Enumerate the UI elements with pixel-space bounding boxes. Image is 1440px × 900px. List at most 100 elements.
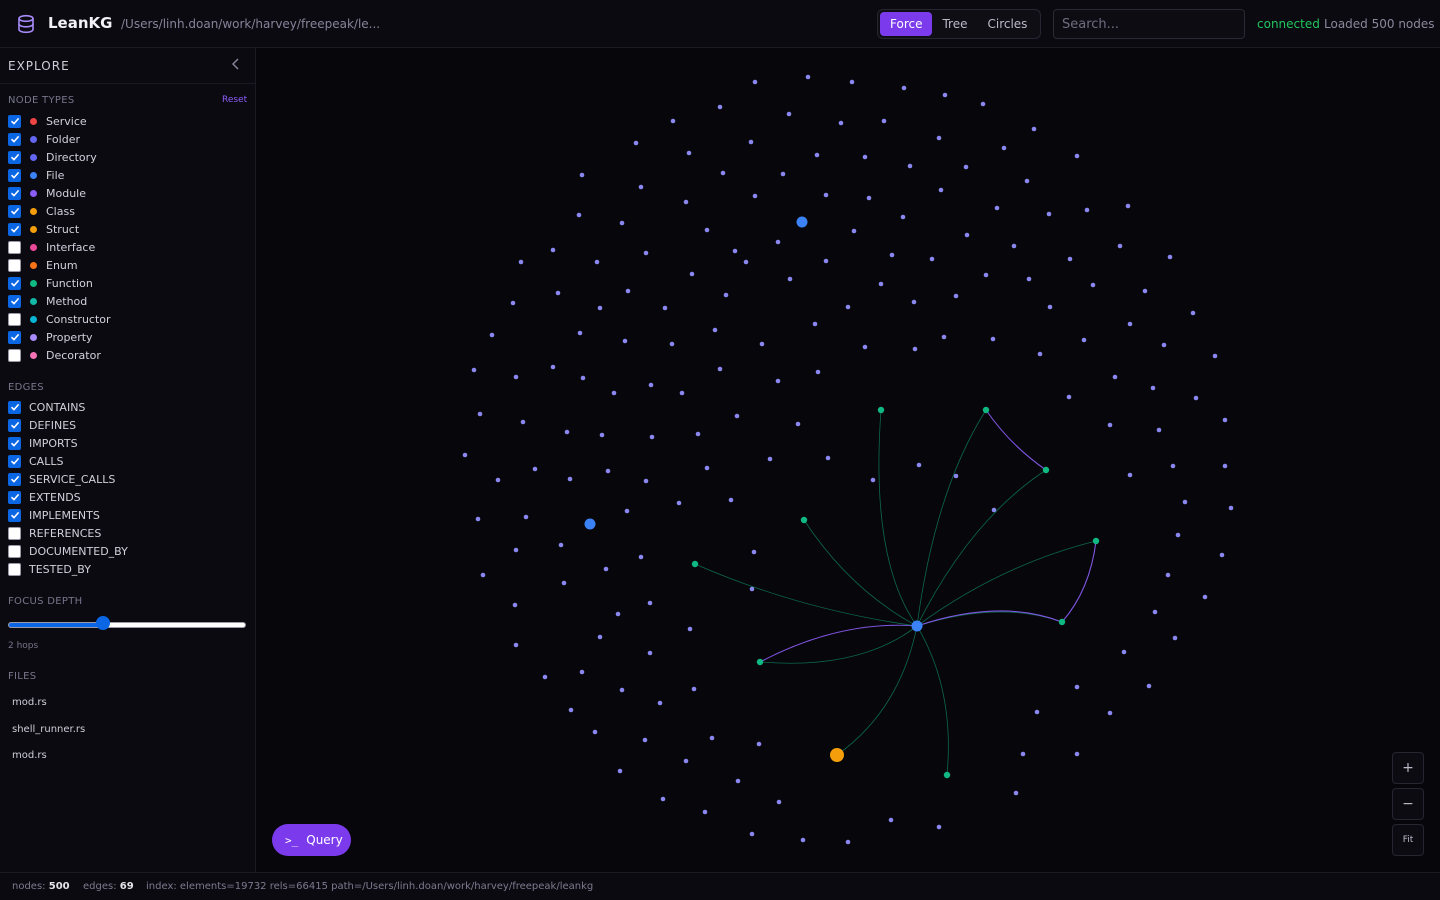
node-type-function[interactable]: Function — [8, 275, 93, 291]
graph-node[interactable] — [1037, 351, 1043, 357]
graph-node[interactable] — [657, 700, 663, 706]
graph-node[interactable] — [748, 139, 754, 145]
graph-node[interactable] — [1212, 353, 1218, 359]
reset-button[interactable]: Reset — [222, 95, 247, 105]
graph-node[interactable] — [759, 341, 765, 347]
graph-node[interactable] — [994, 205, 1000, 211]
graph-node[interactable] — [1156, 427, 1162, 433]
graph-node[interactable] — [743, 259, 749, 265]
graph-node[interactable] — [776, 799, 782, 805]
graph-node[interactable] — [823, 258, 829, 264]
zoom-out-button[interactable]: − — [1392, 788, 1424, 820]
graph-node[interactable] — [936, 824, 942, 830]
graph-node[interactable] — [550, 364, 556, 370]
node-type-directory[interactable]: Directory — [8, 149, 97, 165]
graph-node[interactable] — [1170, 463, 1176, 469]
graph-node[interactable] — [683, 199, 689, 205]
graph-node[interactable] — [704, 465, 710, 471]
checkbox[interactable] — [8, 114, 21, 128]
graph-node[interactable] — [683, 758, 689, 764]
graph-node[interactable] — [717, 104, 723, 110]
node-type-struct[interactable]: Struct — [8, 221, 79, 237]
graph-node[interactable] — [1146, 683, 1152, 689]
graph-node[interactable] — [577, 330, 583, 336]
graph-node[interactable] — [643, 250, 649, 256]
node-type-folder[interactable]: Folder — [8, 131, 80, 147]
graph-node[interactable] — [780, 171, 786, 177]
graph-node[interactable] — [679, 390, 685, 396]
file-item[interactable]: shell_runner.rs — [12, 724, 85, 735]
graph-node[interactable] — [638, 554, 644, 560]
graph-node[interactable] — [523, 514, 529, 520]
graph-node[interactable] — [642, 737, 648, 743]
checkbox[interactable] — [8, 562, 21, 576]
graph-node[interactable] — [1046, 211, 1052, 217]
graph-node[interactable] — [603, 566, 609, 572]
graph-node[interactable] — [633, 140, 639, 146]
graph-node[interactable] — [815, 369, 821, 375]
graph-node[interactable] — [1084, 207, 1090, 213]
checkbox[interactable] — [8, 204, 21, 218]
graph-node[interactable] — [480, 572, 486, 578]
checkbox[interactable] — [8, 330, 21, 344]
graph-node[interactable] — [982, 406, 990, 414]
edge-type-tested_by[interactable]: TESTED_BY — [8, 561, 91, 577]
graph-node[interactable] — [866, 195, 872, 201]
graph-node[interactable] — [1172, 635, 1178, 641]
graph-node[interactable] — [889, 252, 895, 258]
graph-node[interactable] — [648, 382, 654, 388]
graph-node[interactable] — [845, 839, 851, 845]
node-type-enum[interactable]: Enum — [8, 257, 78, 273]
graph-node[interactable] — [723, 292, 729, 298]
graph-node[interactable] — [1001, 145, 1007, 151]
graph-node[interactable] — [1034, 709, 1040, 715]
graph-node[interactable] — [1107, 422, 1113, 428]
edge-type-imports[interactable]: IMPORTS — [8, 435, 78, 451]
graph-node[interactable] — [669, 341, 675, 347]
graph-node[interactable] — [1161, 342, 1167, 348]
graph-node[interactable] — [638, 184, 644, 190]
graph-node[interactable] — [477, 411, 483, 417]
graph-node[interactable] — [704, 227, 710, 233]
graph-node[interactable] — [592, 729, 598, 735]
graph-node[interactable] — [550, 247, 556, 253]
graph-node[interactable] — [942, 92, 948, 98]
graph-node[interactable] — [823, 192, 829, 198]
graph-node[interactable] — [800, 516, 808, 524]
graph-node[interactable] — [953, 293, 959, 299]
tab-tree[interactable]: Tree — [932, 12, 977, 36]
node-type-class[interactable]: Class — [8, 203, 75, 219]
node-type-file[interactable]: File — [8, 167, 64, 183]
graph-node[interactable] — [787, 276, 793, 282]
graph-node[interactable] — [624, 508, 630, 514]
query-button[interactable]: >_ Query — [272, 824, 351, 856]
graph-node[interactable] — [647, 600, 653, 606]
graph-node[interactable] — [489, 332, 495, 338]
graph-node[interactable] — [983, 272, 989, 278]
node-type-constructor[interactable]: Constructor — [8, 311, 111, 327]
graph-node[interactable] — [851, 228, 857, 234]
graph-node[interactable] — [929, 256, 935, 262]
graph-node[interactable] — [845, 304, 851, 310]
graph-node[interactable] — [579, 669, 585, 675]
file-item[interactable]: mod.rs — [12, 750, 47, 761]
file-item[interactable]: mod.rs — [12, 697, 47, 708]
checkbox[interactable] — [8, 276, 21, 290]
graph-node[interactable] — [597, 305, 603, 311]
checkbox[interactable] — [8, 294, 21, 308]
graph-node[interactable] — [510, 300, 516, 306]
graph-node[interactable] — [796, 216, 808, 228]
graph-node[interactable] — [870, 477, 876, 483]
graph-node[interactable] — [611, 390, 617, 396]
graph-node[interactable] — [1182, 499, 1188, 505]
graph-node[interactable] — [647, 650, 653, 656]
graph-node[interactable] — [1107, 710, 1113, 716]
graph-node[interactable] — [1092, 537, 1100, 545]
graph-node[interactable] — [825, 455, 831, 461]
graph-node[interactable] — [728, 497, 734, 503]
graph-node[interactable] — [662, 305, 668, 311]
checkbox[interactable] — [8, 400, 21, 414]
graph-node[interactable] — [878, 281, 884, 287]
graph-node[interactable] — [1011, 243, 1017, 249]
graph-node[interactable] — [900, 214, 906, 220]
